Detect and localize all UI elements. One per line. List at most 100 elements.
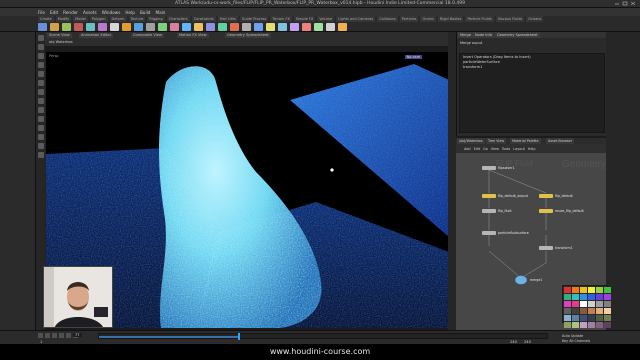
shelf-tab[interactable]: Characters: [166, 16, 190, 22]
move-tool-icon[interactable]: [37, 44, 44, 50]
stop-icon[interactable]: [59, 333, 64, 338]
shelf-tool-icon[interactable]: [98, 23, 107, 31]
tab-composite-view[interactable]: Composite View: [131, 33, 164, 38]
network-menu-tools[interactable]: Tools: [502, 147, 510, 151]
node-particlefluidsurface[interactable]: particlefluidsurface: [482, 231, 529, 235]
palette-swatch[interactable]: [588, 315, 595, 321]
palette-swatch[interactable]: [596, 294, 603, 300]
merge-node-icon[interactable]: [514, 275, 528, 285]
jump-start-icon[interactable]: [38, 333, 43, 338]
shelf-tool-icon[interactable]: [194, 23, 203, 31]
shelf-tab[interactable]: Deform: [109, 16, 127, 22]
shelf-tool-icon[interactable]: [86, 23, 95, 31]
palette-swatch[interactable]: [580, 294, 587, 300]
network-menu-go[interactable]: Go: [483, 147, 488, 151]
shelf-tab[interactable]: Guide Process: [239, 16, 269, 22]
node-body[interactable]: [539, 246, 553, 250]
timeline-scrubber[interactable]: [98, 333, 548, 340]
palette-swatch[interactable]: [596, 315, 603, 321]
shelf-tool-icon[interactable]: [50, 23, 59, 31]
minimize-icon[interactable]: [614, 1, 620, 6]
node-flip-default-output[interactable]: flip_default_output: [482, 194, 528, 198]
shelf-tab[interactable]: Polygon: [89, 16, 108, 22]
shelf-tab[interactable]: Create: [38, 16, 54, 22]
shelf-tool-icon[interactable]: [62, 23, 71, 31]
shelf-tool-icon[interactable]: [326, 23, 335, 31]
color-palette[interactable]: [562, 285, 611, 328]
palette-swatch[interactable]: [580, 301, 587, 307]
shelf-tool-icon[interactable]: [302, 23, 311, 31]
palette-swatch[interactable]: [564, 301, 571, 307]
merge-input-2[interactable]: transform1: [463, 65, 482, 69]
layout-tool-icon[interactable]: [37, 152, 44, 158]
network-menu-layout[interactable]: Layout: [513, 147, 525, 151]
maximize-icon[interactable]: [622, 1, 628, 6]
node-merge1[interactable]: merge1: [514, 275, 542, 285]
network-menu-help[interactable]: Help: [528, 147, 536, 151]
network-menu-add[interactable]: Add: [464, 147, 471, 151]
shelf-tool-icon[interactable]: [254, 23, 263, 31]
palette-swatch[interactable]: [604, 287, 611, 293]
palette-swatch[interactable]: [604, 308, 611, 314]
palette-swatch[interactable]: [564, 308, 571, 314]
shelf-tab[interactable]: Viscous Fluids: [495, 16, 525, 22]
shelf-tab[interactable]: Rigid Bodies: [437, 16, 464, 22]
palette-swatch[interactable]: [588, 308, 595, 314]
menu-help[interactable]: Help: [125, 10, 135, 15]
viewport-path[interactable]: obj Waterbox: [49, 40, 73, 44]
shelf-tab[interactable]: Grains: [420, 16, 436, 22]
select-tool-icon[interactable]: [37, 35, 44, 41]
play-icon[interactable]: [66, 333, 71, 338]
palette-swatch[interactable]: [596, 301, 603, 307]
node-body[interactable]: [539, 209, 553, 213]
palette-swatch[interactable]: [604, 294, 611, 300]
auto-update-menu[interactable]: Auto Update: [562, 334, 583, 338]
camera-tool-icon[interactable]: [37, 116, 44, 122]
node-flip-fluid[interactable]: flip_fluid: [482, 209, 511, 213]
palette-swatch[interactable]: [572, 301, 579, 307]
tab-merge[interactable]: Merge: [458, 32, 473, 38]
shelf-tool-icon[interactable]: [122, 23, 131, 31]
merge-input-list[interactable]: Insert Operators (Drag Items to Insert) …: [459, 53, 605, 133]
shelf-tab[interactable]: Lights and Cameras: [336, 16, 376, 22]
node-body[interactable]: [539, 194, 553, 198]
palette-swatch[interactable]: [572, 322, 579, 328]
close-icon[interactable]: [630, 1, 636, 6]
shelf-tool-icon[interactable]: [218, 23, 227, 31]
view-tool-icon[interactable]: [37, 89, 44, 95]
palette-swatch[interactable]: [580, 308, 587, 314]
node-body[interactable]: [482, 166, 496, 170]
menu-main[interactable]: Main: [155, 10, 165, 15]
palette-swatch[interactable]: [580, 315, 587, 321]
shelf-tab[interactable]: Rigging: [147, 16, 165, 22]
step-back-icon[interactable]: [45, 333, 50, 338]
palette-swatch[interactable]: [588, 301, 595, 307]
pose-tool-icon[interactable]: [37, 80, 44, 86]
node-flip-default[interactable]: flip_default: [539, 194, 573, 198]
shelf-tab[interactable]: Texture: [128, 16, 146, 22]
palette-swatch[interactable]: [564, 294, 571, 300]
node-flipsolver[interactable]: flipsolver1: [482, 166, 515, 170]
shelf-tool-icon[interactable]: [134, 23, 143, 31]
shelf-tool-icon[interactable]: [146, 23, 155, 31]
palette-swatch[interactable]: [572, 315, 579, 321]
shelf-tool-icon[interactable]: [314, 23, 323, 31]
menu-windows[interactable]: Windows: [102, 10, 121, 15]
scale-tool-icon[interactable]: [37, 62, 44, 68]
shelf-tool-icon[interactable]: [290, 23, 299, 31]
palette-swatch[interactable]: [596, 308, 603, 314]
merge-input-1[interactable]: particleWaterSurface: [463, 60, 500, 64]
palette-swatch[interactable]: [572, 287, 579, 293]
palette-swatch[interactable]: [572, 308, 579, 314]
light-tool-icon[interactable]: [37, 125, 44, 131]
play-back-icon[interactable]: [52, 333, 57, 338]
palette-swatch[interactable]: [596, 322, 603, 328]
timeline-cursor[interactable]: [237, 333, 240, 340]
snap-tool-icon[interactable]: [37, 107, 44, 113]
key-channels-menu[interactable]: Key All Channels: [562, 339, 590, 343]
palette-swatch[interactable]: [564, 315, 571, 321]
network-menu-view[interactable]: View: [491, 147, 499, 151]
palette-swatch[interactable]: [604, 322, 611, 328]
tab-scene-view[interactable]: Scene View: [47, 33, 72, 38]
shelf-tab[interactable]: Oceans: [526, 16, 544, 22]
